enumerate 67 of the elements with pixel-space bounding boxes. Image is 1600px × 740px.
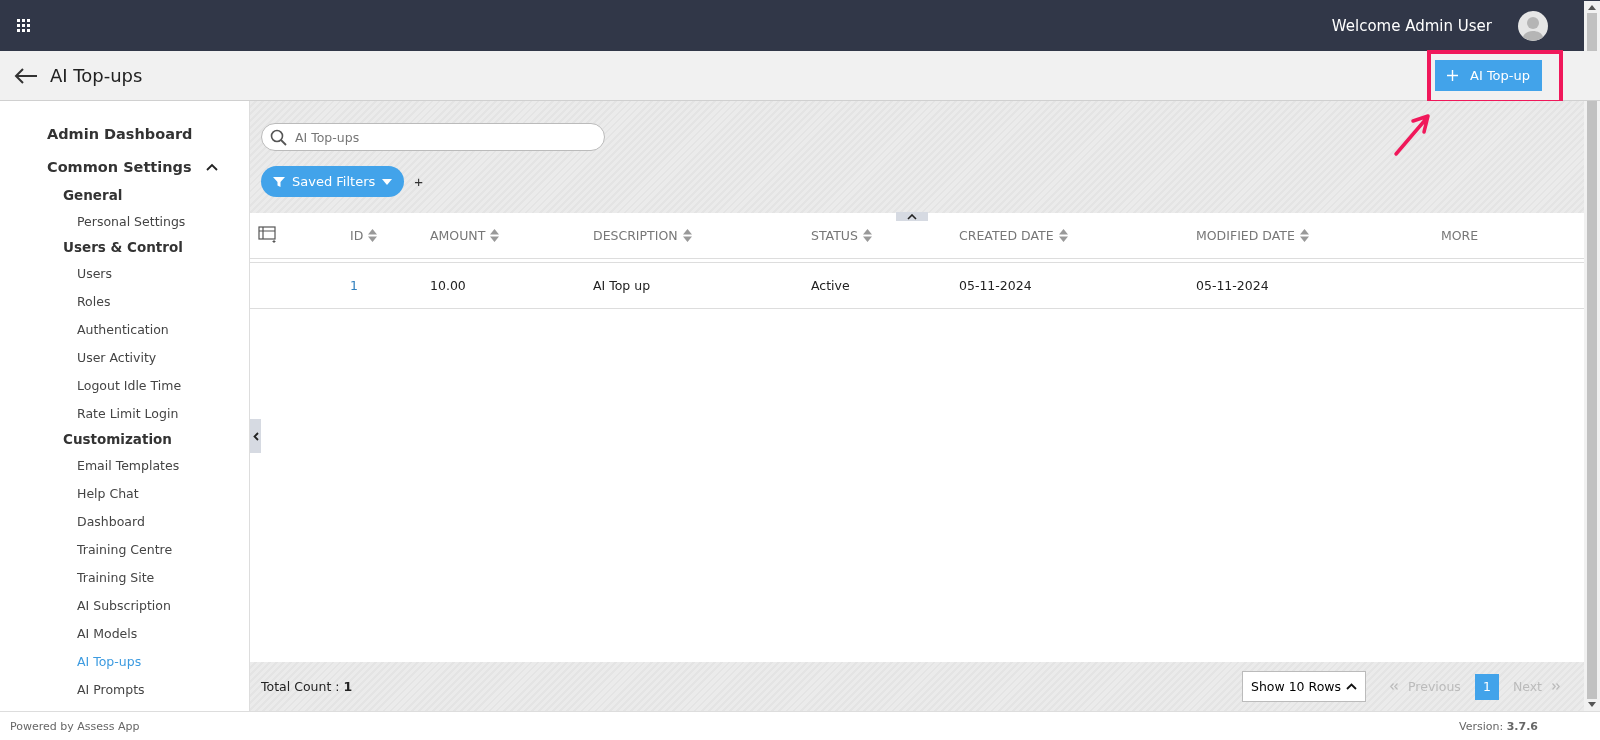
sidebar-item[interactable]: Training Centre [0, 535, 249, 563]
sidebar-group: Users & Control [0, 235, 249, 259]
apps-grid-icon[interactable] [17, 18, 31, 33]
sidebar-item[interactable]: Training Site [0, 563, 249, 591]
id-link[interactable]: 1 [350, 278, 358, 293]
version-text: Version: 3.7.6 [1459, 719, 1538, 733]
chevron-left-icon [252, 431, 259, 441]
sidebar-item[interactable]: AI Models [0, 619, 249, 647]
sidebar-item[interactable]: Dashboard [0, 507, 249, 535]
search-icon [270, 129, 287, 146]
sort-icon[interactable] [490, 229, 500, 242]
sidebar-item[interactable]: Admin Dashboard [0, 117, 249, 150]
scroll-up-icon[interactable] [1588, 5, 1596, 10]
double-chevron-right-icon [1552, 683, 1560, 690]
sidebar-item[interactable]: Logout Idle Time [0, 371, 249, 399]
column-header[interactable]: ID [350, 228, 378, 243]
chevron-icon[interactable] [205, 162, 218, 171]
back-arrow-icon[interactable] [14, 67, 38, 84]
collapse-tab[interactable] [896, 212, 928, 221]
sidebar-item[interactable]: AI Subscription [0, 591, 249, 619]
sidebar-group: Customization [0, 427, 249, 451]
add-filter-button[interactable]: + [414, 173, 424, 190]
column-header[interactable]: MODIFIED DATE [1196, 228, 1309, 243]
sort-icon[interactable] [862, 229, 872, 242]
sidebar-item[interactable]: Help Chat [0, 479, 249, 507]
column-settings-icon[interactable] [258, 225, 278, 243]
welcome-text: Welcome Admin User [1331, 16, 1492, 35]
sidebar-item[interactable]: User Activity [0, 343, 249, 371]
double-chevron-left-icon [1390, 683, 1399, 690]
sidebar-item[interactable]: Email Templates [0, 451, 249, 479]
sort-icon[interactable] [1058, 229, 1068, 242]
table-cell: Active [811, 278, 850, 293]
sidebar-item[interactable]: Users [0, 259, 249, 287]
sort-icon[interactable] [1299, 229, 1309, 242]
sidebar-group: General [0, 183, 249, 207]
plus-icon [1447, 70, 1458, 81]
rows-per-page-select[interactable]: Show 10 Rows [1241, 671, 1367, 702]
avatar-icon[interactable] [1518, 10, 1548, 41]
chevron-up-icon [1346, 683, 1358, 690]
sort-icon[interactable] [368, 229, 378, 242]
annotation-arrow [1393, 111, 1433, 157]
column-header[interactable]: CREATED DATE [959, 228, 1068, 243]
column-header[interactable]: DESCRIPTION [593, 228, 692, 243]
filter-icon [273, 175, 285, 188]
sidebar-item[interactable]: Personal Settings [0, 207, 249, 235]
sidebar-toggle-tab[interactable] [250, 419, 261, 453]
column-header[interactable]: AMOUNT [430, 228, 500, 243]
caret-icon [382, 178, 393, 185]
page-title: AI Top-ups [50, 65, 143, 86]
table-cell: 05-11-2024 [1196, 278, 1269, 293]
chevron-up-icon [907, 213, 917, 220]
column-header[interactable]: STATUS [811, 228, 872, 243]
total-count: Total Count : 1 [261, 679, 353, 694]
scrollbar[interactable] [1584, 1, 1600, 711]
sidebar-section[interactable]: Common Settings [47, 158, 192, 175]
column-header[interactable]: MORE [1441, 228, 1479, 243]
sidebar-item[interactable]: Authentication [0, 315, 249, 343]
sidebar-item[interactable]: Rate Limit Login [0, 399, 249, 427]
sidebar-item[interactable]: AI Prompts [0, 675, 249, 703]
table-cell: AI Top up [593, 278, 651, 293]
table-cell: 10.00 [430, 278, 466, 293]
powered-by-text: Powered by Assess App [10, 719, 140, 733]
sidebar-item[interactable]: Roles [0, 287, 249, 315]
scroll-down-icon[interactable] [1588, 702, 1596, 707]
table-cell: 05-11-2024 [959, 278, 1032, 293]
sort-icon[interactable] [682, 229, 692, 242]
search-field[interactable]: AI Top-ups [261, 123, 605, 151]
